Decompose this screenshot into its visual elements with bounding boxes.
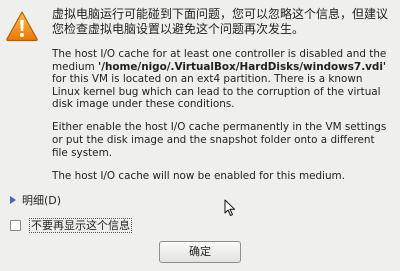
dont-show-again-checkbox[interactable] — [10, 220, 21, 231]
message-paragraph-3: The host I/O cache will now be enabled f… — [52, 169, 345, 182]
message-paragraph-2: Either enable the host I/O cache permane… — [52, 121, 387, 159]
message-paragraph-1: The host I/O cache for at least one cont… — [52, 48, 392, 111]
warning-dialog: 虚拟电脑运行可能碰到下面问题，您可以忽略这个信息，但建议您检查虚拟电脑设置以避免… — [0, 0, 400, 271]
mouse-pointer-icon — [224, 199, 235, 216]
dialog-message: The host I/O cache for at least one cont… — [52, 48, 392, 193]
dialog-headline: 虚拟电脑运行可能碰到下面问题，您可以忽略这个信息，但建议您检查虚拟电脑设置以避免… — [52, 7, 389, 36]
disk-path: '/home/nigo/.VirtualBox/HardDisks/window… — [98, 60, 387, 73]
message-text: for this VM is located on an ext4 partit… — [52, 73, 381, 111]
warning-icon — [6, 11, 38, 42]
dont-show-again-label[interactable]: 不要再显示这个信息 — [29, 218, 132, 233]
ok-button[interactable]: 确定 — [159, 241, 241, 263]
details-label: 明细(D) — [22, 194, 62, 207]
dont-show-again-row[interactable]: 不要再显示这个信息 — [10, 218, 132, 233]
details-expander[interactable]: 明细(D) — [10, 192, 61, 208]
expander-triangle-icon — [10, 196, 16, 204]
